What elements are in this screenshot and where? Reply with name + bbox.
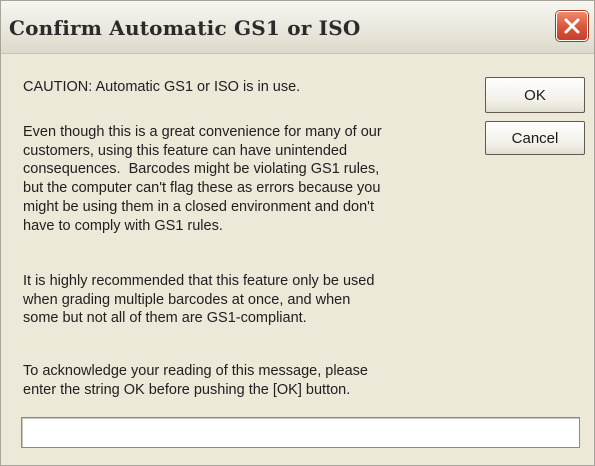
close-icon bbox=[564, 18, 580, 34]
acknowledge-input[interactable] bbox=[21, 417, 580, 448]
text-line: It is highly recommended that this featu… bbox=[23, 273, 375, 289]
acknowledge-instructions: To acknowledge your reading of this mess… bbox=[23, 362, 475, 399]
recommendation-paragraph: It is highly recommended that this featu… bbox=[23, 272, 475, 328]
dialog-body: CAUTION: Automatic GS1 or ISO is in use.… bbox=[1, 54, 594, 465]
text-line: but the computer can't flag these as err… bbox=[23, 180, 381, 197]
text-line: some but not all of them are GS1-complia… bbox=[23, 310, 307, 327]
title-bar[interactable]: Confirm Automatic GS1 or ISO bbox=[1, 1, 594, 54]
ok-button[interactable]: OK bbox=[485, 77, 585, 113]
text-line: customers, using this feature can have u… bbox=[23, 142, 348, 159]
text-line: consequences. Barcodes might be violatin… bbox=[23, 161, 380, 178]
text-line: have to comply with GS1 rules. bbox=[23, 217, 223, 234]
warning-paragraph: Even though this is a great convenience … bbox=[23, 123, 475, 235]
dialog-title: Confirm Automatic GS1 or ISO bbox=[9, 16, 361, 40]
text-line: enter the string OK before pushing the [… bbox=[23, 381, 351, 398]
close-button[interactable] bbox=[556, 11, 588, 41]
text-line: when grading multiple barcodes at once, … bbox=[23, 291, 351, 308]
cancel-button[interactable]: Cancel bbox=[485, 121, 585, 155]
caution-message: CAUTION: Automatic GS1 or ISO is in use. bbox=[23, 79, 301, 95]
text-line: might be using them in a closed environm… bbox=[23, 198, 374, 215]
text-line: Even though this is a great convenience … bbox=[23, 124, 382, 140]
text-line: To acknowledge your reading of this mess… bbox=[23, 363, 368, 379]
confirm-dialog: Confirm Automatic GS1 or ISO CAUTION: Au… bbox=[0, 0, 595, 466]
